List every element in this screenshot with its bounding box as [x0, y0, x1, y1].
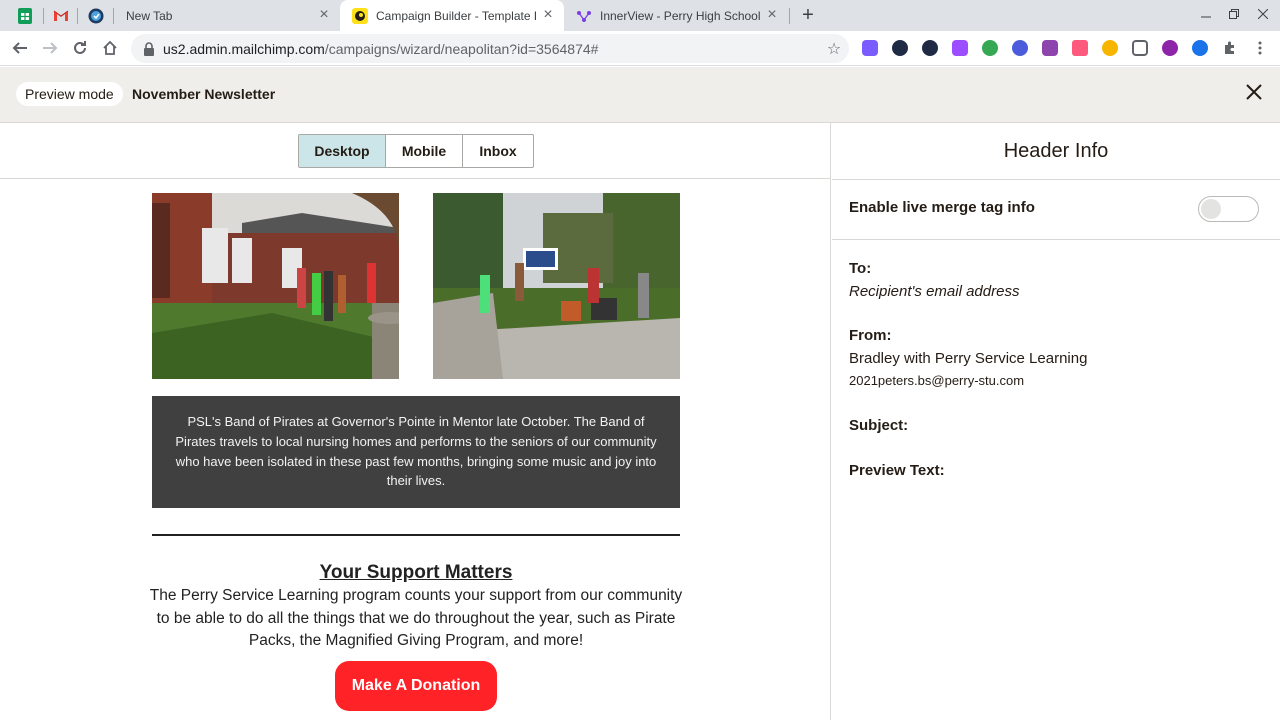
- device-selector-bar: Desktop Mobile Inbox: [0, 123, 830, 179]
- reload-button[interactable]: [68, 36, 92, 60]
- email-photo-nursing-home: [152, 193, 399, 379]
- vpn-extension-icon[interactable]: [1192, 40, 1208, 56]
- section-divider: [152, 534, 680, 536]
- tab-inbox[interactable]: Inbox: [463, 135, 533, 167]
- window-close-icon[interactable]: [1251, 4, 1275, 26]
- tab-innerview[interactable]: InnerView - Perry High School ×: [564, 0, 788, 31]
- donate-button[interactable]: Make A Donation: [335, 661, 497, 711]
- clock-extension-icon: [88, 8, 104, 23]
- bookmark-star-icon[interactable]: ☆: [819, 39, 849, 59]
- extension-1-icon[interactable]: [862, 40, 878, 56]
- tab-new-tab[interactable]: New Tab ×: [114, 0, 340, 31]
- toggle-knob: [1201, 199, 1221, 219]
- tab-separator: [43, 8, 44, 24]
- back-arrow-icon: [12, 42, 27, 54]
- forward-arrow-icon: [43, 42, 58, 54]
- new-tab-button[interactable]: +: [796, 4, 820, 28]
- url-path: /campaigns/wizard/neapolitan?id=3564874#: [324, 40, 599, 57]
- home-button[interactable]: [98, 36, 122, 60]
- lock-icon: [144, 41, 154, 56]
- from-email: 2021peters.bs@perry-stu.com: [849, 373, 1025, 388]
- photo-caption: PSL's Band of Pirates at Governor's Poin…: [152, 396, 680, 508]
- email-body: PSL's Band of Pirates at Governor's Poin…: [0, 180, 830, 720]
- mailchimp-icon: [352, 7, 368, 24]
- url-text: us2.admin.mailchimp.com/campaigns/wizard…: [163, 41, 819, 57]
- home-icon: [103, 40, 117, 55]
- merge-tag-toggle-row: Enable live merge tag info: [832, 180, 1280, 240]
- pdf-extension-icon[interactable]: [1042, 40, 1058, 56]
- tab-title: Campaign Builder - Template De: [376, 8, 536, 23]
- support-heading: Your Support Matters: [319, 562, 513, 583]
- close-icon: [1246, 84, 1262, 100]
- tab-desktop[interactable]: Desktop: [299, 135, 386, 167]
- pinned-tab-sheets[interactable]: [10, 0, 40, 31]
- email-preview-pane: Desktop Mobile Inbox PSL's Band of Pirat…: [0, 123, 831, 720]
- tab-close-icon[interactable]: ×: [764, 6, 780, 24]
- shield-extension-icon[interactable]: [892, 40, 908, 56]
- play-extension-icon[interactable]: [1072, 40, 1088, 56]
- merge-tag-toggle[interactable]: [1198, 196, 1259, 222]
- google-sheets-icon: [18, 7, 32, 24]
- gmail-icon: [53, 10, 69, 21]
- tab-close-icon[interactable]: ×: [316, 6, 332, 24]
- tab-campaign-builder[interactable]: Campaign Builder - Template De ×: [340, 0, 564, 31]
- browser-menu-icon[interactable]: [1252, 40, 1268, 56]
- close-preview-button[interactable]: [1242, 80, 1266, 104]
- url-host: us2.admin.mailchimp.com: [163, 40, 325, 57]
- tab-mobile[interactable]: Mobile: [386, 135, 463, 167]
- subject-label: Subject:: [849, 417, 909, 434]
- pinned-tab-extension[interactable]: [81, 0, 111, 31]
- zap-extension-icon[interactable]: [1162, 40, 1178, 56]
- shield-extension-2-icon[interactable]: [922, 40, 938, 56]
- tab-title: New Tab: [126, 8, 173, 23]
- gear-extension-icon[interactable]: [1012, 40, 1028, 56]
- header-info-panel: Header Info Enable live merge tag info T…: [832, 123, 1280, 720]
- from-name: Bradley with Perry Service Learning: [849, 350, 1088, 367]
- from-label: From:: [849, 327, 892, 344]
- to-value: Recipient's email address: [849, 283, 1020, 300]
- browser-tab-strip: New Tab × Campaign Builder - Template De…: [0, 0, 1280, 31]
- thumbs-up-extension-icon[interactable]: [1102, 40, 1118, 56]
- innerview-icon: [577, 10, 591, 22]
- tab-separator: [789, 8, 790, 24]
- preview-mode-badge: Preview mode: [16, 82, 123, 106]
- campaign-name: November Newsletter: [132, 86, 276, 102]
- google-extension-icon[interactable]: [982, 40, 998, 56]
- minimize-icon[interactable]: [1194, 4, 1218, 26]
- tab-separator: [77, 8, 78, 24]
- extensions-puzzle-icon[interactable]: [1222, 40, 1238, 56]
- tab-title: InnerView - Perry High School: [600, 8, 760, 23]
- merge-toggle-label: Enable live merge tag info: [849, 199, 1035, 216]
- preview-header: Preview mode November Newsletter: [0, 67, 1280, 123]
- pinned-tab-gmail[interactable]: [46, 0, 76, 31]
- tab-close-icon[interactable]: ×: [540, 6, 556, 24]
- forward-button[interactable]: [38, 36, 62, 60]
- puzzle-extension-icon[interactable]: [952, 40, 968, 56]
- to-label: To:: [849, 260, 872, 277]
- back-button[interactable]: [8, 36, 32, 60]
- grid-extension-icon[interactable]: [1132, 40, 1148, 56]
- device-toggle-group: Desktop Mobile Inbox: [298, 134, 534, 168]
- address-bar[interactable]: us2.admin.mailchimp.com/campaigns/wizard…: [131, 34, 849, 63]
- restore-icon[interactable]: [1222, 4, 1246, 26]
- email-photo-governors-pointe: [433, 193, 680, 379]
- browser-toolbar: us2.admin.mailchimp.com/campaigns/wizard…: [0, 31, 1280, 66]
- preview-text-label: Preview Text:: [849, 462, 945, 479]
- panel-title: Header Info: [832, 123, 1280, 180]
- reload-icon: [74, 41, 86, 54]
- support-paragraph: The Perry Service Learning program count…: [149, 587, 683, 650]
